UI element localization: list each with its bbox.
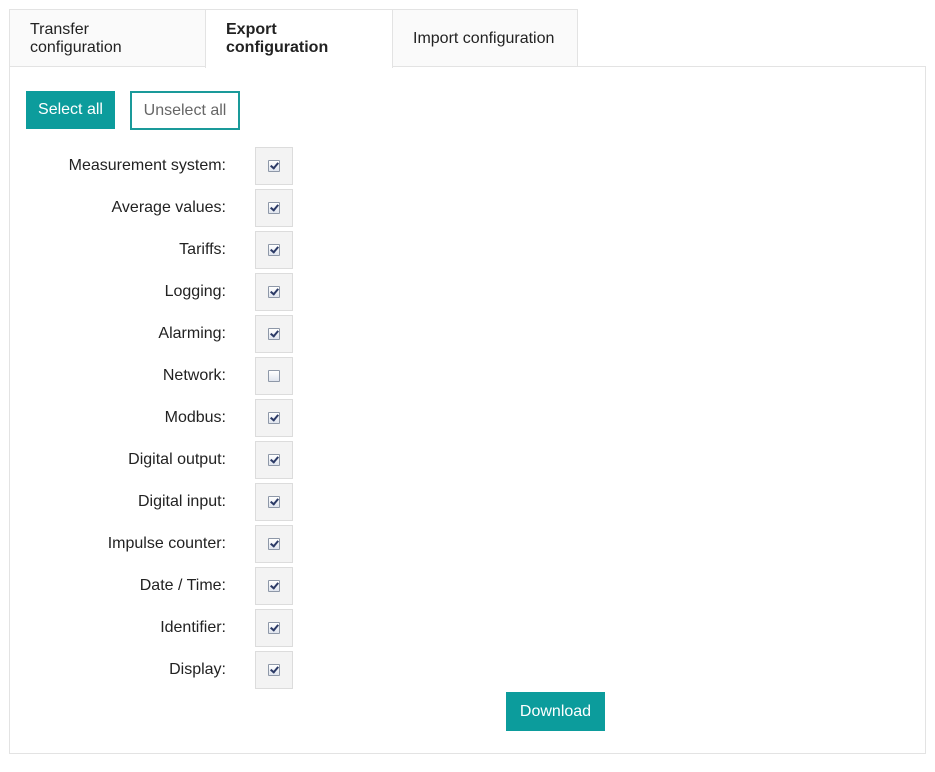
- option-row: Digital input:: [10, 483, 310, 521]
- option-row: Date / Time:: [10, 567, 310, 605]
- select-all-button[interactable]: Select all: [26, 91, 115, 129]
- option-checkbox-cell[interactable]: [255, 231, 293, 269]
- option-checkbox-cell[interactable]: [255, 147, 293, 185]
- tab-transfer-configuration[interactable]: Transfer configuration: [9, 9, 206, 67]
- option-label: Impulse counter:: [107, 535, 226, 552]
- option-checkbox-cell[interactable]: [255, 441, 293, 479]
- option-label: Measurement system:: [68, 157, 226, 174]
- tab-import-configuration[interactable]: Import configuration: [392, 9, 578, 67]
- option-checkbox-cell[interactable]: [255, 399, 293, 437]
- option-label: Tariffs:: [179, 241, 226, 258]
- checkbox-checked[interactable]: [268, 202, 280, 214]
- checkbox-checked[interactable]: [268, 160, 280, 172]
- option-checkbox-cell[interactable]: [255, 483, 293, 521]
- checkbox-checked[interactable]: [268, 622, 280, 634]
- option-label: Digital input:: [137, 493, 226, 510]
- option-checkbox-cell[interactable]: [255, 651, 293, 689]
- checkbox-checked[interactable]: [268, 664, 280, 676]
- export-configuration-panel: Select all Unselect all Measurement syst…: [9, 66, 926, 754]
- option-label: Date / Time:: [139, 577, 226, 594]
- unselect-all-button[interactable]: Unselect all: [130, 91, 240, 130]
- option-checkbox-cell[interactable]: [255, 609, 293, 647]
- option-label: Alarming:: [158, 325, 226, 342]
- tab-export-configuration[interactable]: Export configuration: [205, 9, 393, 68]
- option-row: Modbus:: [10, 399, 310, 437]
- option-row: Logging:: [10, 273, 310, 311]
- option-label: Identifier:: [160, 619, 226, 636]
- option-checkbox-cell[interactable]: [255, 273, 293, 311]
- tab-bar: Transfer configuration Export configurat…: [9, 9, 578, 68]
- option-checkbox-cell[interactable]: [255, 525, 293, 563]
- option-row: Impulse counter:: [10, 525, 310, 563]
- option-row: Identifier:: [10, 609, 310, 647]
- checkbox-checked[interactable]: [268, 538, 280, 550]
- option-label: Network:: [162, 367, 226, 384]
- option-checkbox-cell[interactable]: [255, 315, 293, 353]
- checkbox-checked[interactable]: [268, 328, 280, 340]
- checkbox-checked[interactable]: [268, 580, 280, 592]
- option-checkbox-cell[interactable]: [255, 189, 293, 227]
- option-checkbox-cell[interactable]: [255, 567, 293, 605]
- option-row: Alarming:: [10, 315, 310, 353]
- option-checkbox-cell[interactable]: [255, 357, 293, 395]
- checkbox-checked[interactable]: [268, 244, 280, 256]
- checkbox-checked[interactable]: [268, 286, 280, 298]
- option-label: Display:: [169, 661, 226, 678]
- checkbox-checked[interactable]: [268, 454, 280, 466]
- option-row: Average values:: [10, 189, 310, 227]
- option-row: Digital output:: [10, 441, 310, 479]
- option-row: Display:: [10, 651, 310, 689]
- checkbox-checked[interactable]: [268, 496, 280, 508]
- option-row: Network:: [10, 357, 310, 395]
- option-label: Average values:: [111, 199, 226, 216]
- option-label: Logging:: [164, 283, 226, 300]
- option-row: Measurement system:: [10, 147, 310, 185]
- option-label: Modbus:: [164, 409, 226, 426]
- option-label: Digital output:: [128, 451, 226, 468]
- checkbox-unchecked[interactable]: [268, 370, 280, 382]
- checkbox-checked[interactable]: [268, 412, 280, 424]
- option-row: Tariffs:: [10, 231, 310, 269]
- download-button[interactable]: Download: [506, 692, 605, 731]
